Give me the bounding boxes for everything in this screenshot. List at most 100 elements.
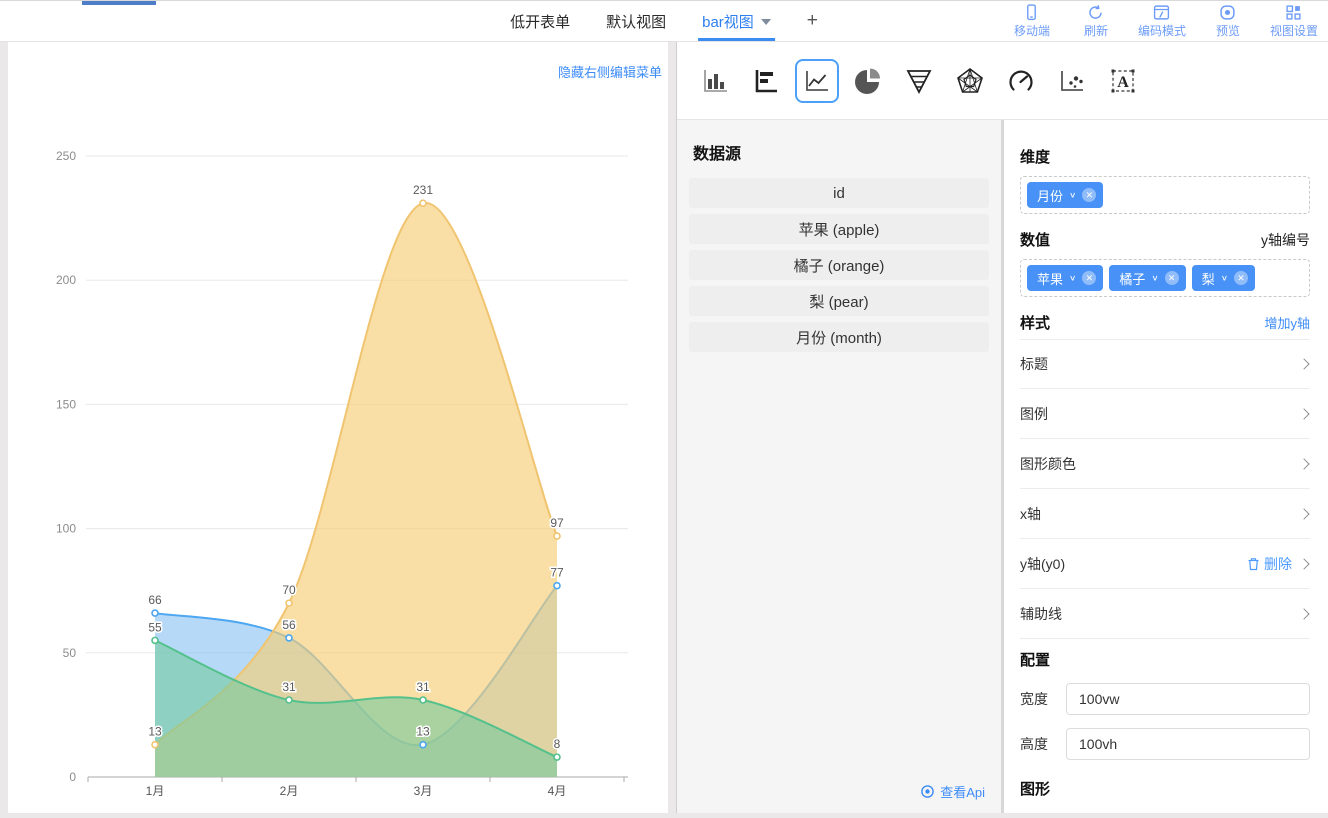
chevron-right-icon bbox=[1298, 558, 1309, 569]
style-item-x-axis[interactable]: x轴 bbox=[1020, 489, 1310, 539]
option-label: 标题 bbox=[1020, 354, 1048, 374]
width-input[interactable] bbox=[1066, 683, 1310, 715]
height-input[interactable] bbox=[1066, 728, 1310, 760]
chevron-right-icon bbox=[1298, 608, 1309, 619]
tag-label: 苹果 bbox=[1037, 269, 1063, 288]
code-mode-button[interactable]: 编码模式 bbox=[1138, 4, 1186, 39]
chevron-down-icon[interactable]: ∨ bbox=[1151, 274, 1158, 283]
tab-bar-view[interactable]: bar视图 bbox=[702, 1, 771, 41]
tab-lowcode-form[interactable]: 低开表单 bbox=[510, 1, 570, 41]
add-y-axis-link[interactable]: 增加y轴 bbox=[1264, 313, 1310, 332]
view-api-link[interactable]: 查看Api bbox=[920, 782, 985, 801]
y-axis-number-label: y轴编号 bbox=[1261, 230, 1310, 250]
svg-text:4月: 4月 bbox=[548, 784, 567, 798]
value-title: 数值 bbox=[1020, 229, 1050, 250]
trash-icon bbox=[1247, 557, 1260, 571]
settings-panel: 维度 月份 ∨ ✕ 数值 y轴编号 苹果 ∨ ✕ 橘子 bbox=[1004, 120, 1328, 813]
tag-label: 梨 bbox=[1202, 269, 1215, 288]
svg-text:A: A bbox=[1117, 74, 1129, 91]
field-item-id[interactable]: id bbox=[689, 178, 989, 208]
svg-text:2月: 2月 bbox=[280, 784, 299, 798]
svg-text:200: 200 bbox=[56, 273, 76, 287]
top-accent-bar bbox=[82, 1, 156, 5]
svg-text:31: 31 bbox=[416, 680, 430, 694]
option-label: x轴 bbox=[1020, 504, 1041, 524]
svg-text:8: 8 bbox=[554, 737, 561, 751]
view-api-label: 查看Api bbox=[940, 782, 985, 801]
style-options: 标题 图例 图形颜色 x轴 y轴(y0) bbox=[1020, 339, 1310, 639]
preview-button[interactable]: 预览 bbox=[1206, 4, 1250, 39]
option-label: 辅助线 bbox=[1020, 604, 1062, 624]
value-tag-orange[interactable]: 橘子 ∨ ✕ bbox=[1109, 265, 1185, 291]
chart-type-horizontal-bar-icon[interactable] bbox=[744, 59, 788, 103]
style-item-legend[interactable]: 图例 bbox=[1020, 389, 1310, 439]
top-header: 低开表单 默认视图 bar视图 + 移动端 刷新 bbox=[0, 0, 1328, 42]
dimension-title: 维度 bbox=[1020, 146, 1310, 167]
chevron-down-icon[interactable]: ∨ bbox=[1069, 274, 1076, 283]
action-label: 移动端 bbox=[1014, 22, 1050, 39]
tag-label: 橘子 bbox=[1119, 269, 1145, 288]
option-label: y轴(y0) bbox=[1020, 554, 1065, 574]
mobile-mode-button[interactable]: 移动端 bbox=[1010, 4, 1054, 39]
hide-editor-link[interactable]: 隐藏右侧编辑菜单 bbox=[558, 62, 662, 81]
chevron-right-icon bbox=[1298, 458, 1309, 469]
view-settings-button[interactable]: 视图设置 bbox=[1270, 4, 1318, 39]
value-dropzone[interactable]: 苹果 ∨ ✕ 橘子 ∨ ✕ 梨 ∨ ✕ bbox=[1020, 259, 1310, 297]
svg-text:0: 0 bbox=[69, 770, 76, 784]
style-item-guide-lines[interactable]: 辅助线 bbox=[1020, 589, 1310, 639]
field-item-month[interactable]: 月份 (month) bbox=[689, 322, 989, 352]
chart-type-funnel-icon[interactable] bbox=[897, 59, 941, 103]
tab-default-view[interactable]: 默认视图 bbox=[606, 1, 666, 41]
svg-text:231: 231 bbox=[413, 183, 433, 197]
refresh-icon bbox=[1087, 4, 1104, 21]
chart-canvas-panel: 隐藏右侧编辑菜单 0501001502002501月2月3月4月66561377… bbox=[8, 42, 668, 813]
field-item-orange[interactable]: 橘子 (orange) bbox=[689, 250, 989, 280]
value-tag-apple[interactable]: 苹果 ∨ ✕ bbox=[1027, 265, 1103, 291]
delete-y-axis-button[interactable]: 删除 bbox=[1247, 554, 1292, 574]
tab-label: 默认视图 bbox=[606, 11, 666, 32]
option-label: 图形颜色 bbox=[1020, 454, 1076, 474]
chevron-down-icon[interactable]: ∨ bbox=[1069, 191, 1076, 200]
chart-type-line-icon[interactable] bbox=[795, 59, 839, 103]
field-item-pear[interactable]: 梨 (pear) bbox=[689, 286, 989, 316]
chart-type-scatter-icon[interactable] bbox=[1050, 59, 1094, 103]
dimension-dropzone[interactable]: 月份 ∨ ✕ bbox=[1020, 176, 1310, 214]
action-label: 预览 bbox=[1216, 22, 1240, 39]
action-label: 编码模式 bbox=[1138, 22, 1186, 39]
eye-icon bbox=[920, 784, 935, 799]
style-title: 样式 bbox=[1020, 312, 1050, 333]
value-tag-pear[interactable]: 梨 ∨ ✕ bbox=[1192, 265, 1255, 291]
chart-type-radar-icon[interactable] bbox=[948, 59, 992, 103]
style-item-colors[interactable]: 图形颜色 bbox=[1020, 439, 1310, 489]
field-item-apple[interactable]: 苹果 (apple) bbox=[689, 214, 989, 244]
remove-icon[interactable]: ✕ bbox=[1082, 271, 1096, 285]
chart-type-toolbar: A bbox=[677, 42, 1328, 120]
style-item-title[interactable]: 标题 bbox=[1020, 339, 1310, 389]
editor-region: A 数据源 id 苹果 (apple) 橘子 (orange) 梨 (pear)… bbox=[676, 42, 1328, 813]
tab-label: 低开表单 bbox=[510, 11, 570, 32]
shape-title: 图形 bbox=[1020, 778, 1310, 799]
remove-icon[interactable]: ✕ bbox=[1082, 188, 1096, 202]
preview-icon bbox=[1219, 4, 1236, 21]
chart-type-text-icon[interactable]: A bbox=[1101, 59, 1145, 103]
remove-icon[interactable]: ✕ bbox=[1165, 271, 1179, 285]
chart-type-bar-icon[interactable] bbox=[693, 59, 737, 103]
style-item-y-axis[interactable]: y轴(y0) 删除 bbox=[1020, 539, 1310, 589]
svg-text:97: 97 bbox=[550, 516, 564, 530]
chevron-right-icon bbox=[1298, 408, 1309, 419]
svg-text:100: 100 bbox=[56, 522, 76, 536]
chevron-down-icon[interactable]: ∨ bbox=[1221, 274, 1228, 283]
chart-type-pie-icon[interactable] bbox=[846, 59, 890, 103]
remove-icon[interactable]: ✕ bbox=[1234, 271, 1248, 285]
chevron-down-icon[interactable] bbox=[761, 19, 771, 25]
refresh-button[interactable]: 刷新 bbox=[1074, 4, 1118, 39]
width-label: 宽度 bbox=[1020, 689, 1054, 709]
svg-text:66: 66 bbox=[148, 593, 162, 607]
add-view-button[interactable]: + bbox=[807, 10, 818, 32]
delete-label: 删除 bbox=[1264, 554, 1292, 574]
mobile-icon bbox=[1023, 4, 1040, 21]
chart-svg[interactable]: 0501001502002501月2月3月4月66561377137023197… bbox=[8, 42, 668, 813]
dimension-tag-month[interactable]: 月份 ∨ ✕ bbox=[1027, 182, 1103, 208]
chart-type-gauge-icon[interactable] bbox=[999, 59, 1043, 103]
action-label: 视图设置 bbox=[1270, 22, 1318, 39]
